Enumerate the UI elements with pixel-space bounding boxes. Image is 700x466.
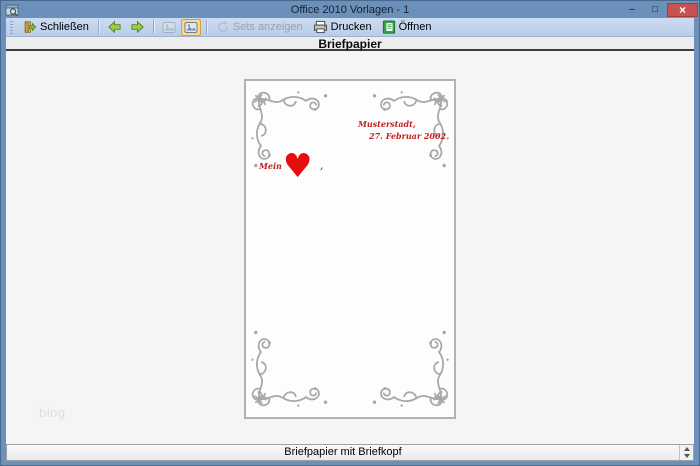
close-button[interactable]: × xyxy=(667,3,698,17)
minimize-button[interactable]: − xyxy=(621,3,643,17)
toolbar: Schließen Sets anzeigen Drucken Öffnen xyxy=(6,18,694,37)
letter-city: Musterstadt, xyxy=(358,119,416,129)
template-name: Briefpapier mit Briefkopf xyxy=(284,446,402,458)
drucken-button[interactable]: Drucken xyxy=(309,18,376,36)
view-preview-button[interactable] xyxy=(180,18,201,36)
maximize-button[interactable]: □ xyxy=(644,3,666,17)
exit-icon xyxy=(22,20,37,34)
sets-anzeigen-label: Sets anzeigen xyxy=(232,21,303,33)
view-list-icon xyxy=(162,21,176,34)
forward-icon xyxy=(130,20,145,34)
statusbar: Briefpapier mit Briefkopf xyxy=(6,444,694,461)
app-window: Office 2010 Vorlagen - 1 − □ × Schließen xyxy=(0,0,700,466)
app-icon xyxy=(5,4,20,17)
flourish-ornament-bottom-left xyxy=(250,329,329,408)
heart-icon: ♥ xyxy=(282,146,313,185)
window-controls: − □ × xyxy=(621,3,698,17)
toolbar-separator xyxy=(97,20,99,34)
greeting-comma: , xyxy=(320,161,324,171)
forward-button[interactable] xyxy=(127,18,148,36)
window-title: Office 2010 Vorlagen - 1 xyxy=(290,4,410,16)
spinner-up-button[interactable] xyxy=(680,445,693,453)
toolbar-separator xyxy=(152,20,154,34)
titlebar[interactable]: Office 2010 Vorlagen - 1 − □ × xyxy=(1,1,699,18)
view-list-button[interactable] xyxy=(159,19,179,36)
sets-anzeigen-button[interactable]: Sets anzeigen xyxy=(212,18,307,36)
flourish-ornament-bottom-right xyxy=(371,329,450,408)
greeting-word: Mein xyxy=(259,161,282,171)
view-preview-icon xyxy=(184,21,198,34)
open-doc-icon xyxy=(382,20,396,34)
schliessen-button[interactable]: Schließen xyxy=(18,18,93,36)
section-header: Briefpapier xyxy=(6,37,694,51)
drucken-label: Drucken xyxy=(330,21,372,33)
oeffnen-button[interactable]: Öffnen xyxy=(378,18,436,36)
preview-area: Musterstadt, 27. Februar 2002 Mein ♥ , b… xyxy=(6,51,694,444)
letter-paper-preview[interactable]: Musterstadt, 27. Februar 2002 Mein ♥ , xyxy=(244,79,456,419)
toolbar-separator xyxy=(205,20,207,34)
template-spinner xyxy=(679,445,693,460)
letter-date-block: Musterstadt, 27. Februar 2002 xyxy=(358,119,446,142)
page-title: Briefpapier xyxy=(318,37,382,51)
schliessen-label: Schließen xyxy=(40,21,89,33)
up-arrow-icon xyxy=(683,446,690,451)
oeffnen-label: Öffnen xyxy=(398,21,432,33)
back-button[interactable] xyxy=(104,18,125,36)
letter-date: 27. Februar 2002 xyxy=(369,130,447,141)
letter-greeting: Mein ♥ , xyxy=(259,146,324,185)
printer-icon xyxy=(313,20,328,34)
sets-icon xyxy=(216,20,230,34)
toolbar-grip[interactable] xyxy=(10,20,13,34)
down-arrow-icon xyxy=(683,454,690,459)
back-icon xyxy=(107,20,122,34)
watermark: blog xyxy=(39,405,66,420)
spinner-down-button[interactable] xyxy=(680,452,693,460)
